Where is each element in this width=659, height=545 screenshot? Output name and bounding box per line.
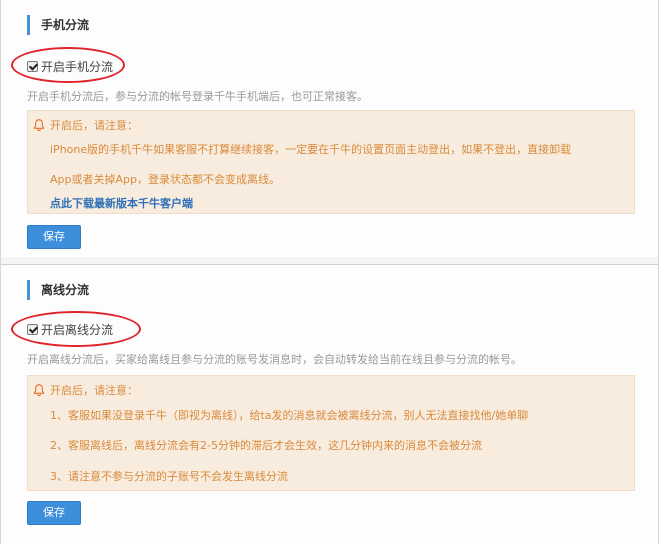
notice-title: 开启后，请注意： [50,119,138,132]
notice-line: iPhone版的手机千牛如果客服不打算继续接客，一定要在千牛的设置页面主动登出，… [50,143,572,156]
save-button[interactable]: 保存 [27,501,81,525]
notice-header: 开启后，请注意： [32,382,138,398]
mobile-shunt-checkbox-label: 开启手机分流 [41,59,114,74]
bell-icon [33,384,45,397]
checkbox-checked-icon[interactable] [27,323,38,335]
offline-shunt-section: 离线分流 开启离线分流 开启离线分流后，买家给离线且参与分流的账号发消息时，会自… [1,264,658,545]
offline-shunt-title: 离线分流 [27,280,89,300]
mobile-shunt-title: 手机分流 [27,15,89,35]
mobile-shunt-description: 开启手机分流后，参与分流的帐号登录千牛手机端后，也可正常接客。 [27,90,368,103]
offline-shunt-checkbox-label: 开启离线分流 [41,322,114,337]
notice-line: App或者关掉App，登录状态都不会变成离线。 [50,173,280,186]
mobile-shunt-section: 手机分流 开启手机分流 开启手机分流后，参与分流的帐号登录千牛手机端后，也可正常… [1,0,658,258]
offline-shunt-toggle[interactable]: 开启离线分流 [27,321,113,337]
mobile-shunt-notice: 开启后，请注意： iPhone版的手机千牛如果客服不打算继续接客，一定要在千牛的… [27,110,635,214]
notice-title: 开启后，请注意： [50,384,138,397]
mobile-shunt-toggle[interactable]: 开启手机分流 [27,58,113,74]
save-button[interactable]: 保存 [27,225,81,249]
notice-line: 2、客服离线后，离线分流会有2-5分钟的滞后才会生效，这几分钟内来的消息不会被分… [50,439,482,452]
settings-page: 手机分流 开启手机分流 开启手机分流后，参与分流的帐号登录千牛手机端后，也可正常… [0,0,659,544]
notice-line: 3、请注意不参与分流的子账号不会发生离线分流 [50,470,288,483]
download-client-link[interactable]: 点此下载最新版本千牛客户端 [50,195,193,211]
section-divider [1,257,658,264]
notice-line: 1、客服如果没登录千牛（即视为离线），给ta发的消息就会被离线分流，别人无法直接… [50,409,529,422]
notice-header: 开启后，请注意： [32,117,138,133]
offline-shunt-notice: 开启后，请注意： 1、客服如果没登录千牛（即视为离线），给ta发的消息就会被离线… [27,375,635,491]
offline-shunt-description: 开启离线分流后，买家给离线且参与分流的账号发消息时，会自动转发给当前在线且参与分… [27,353,522,366]
checkbox-checked-icon[interactable] [27,60,38,72]
bell-icon [33,119,45,132]
